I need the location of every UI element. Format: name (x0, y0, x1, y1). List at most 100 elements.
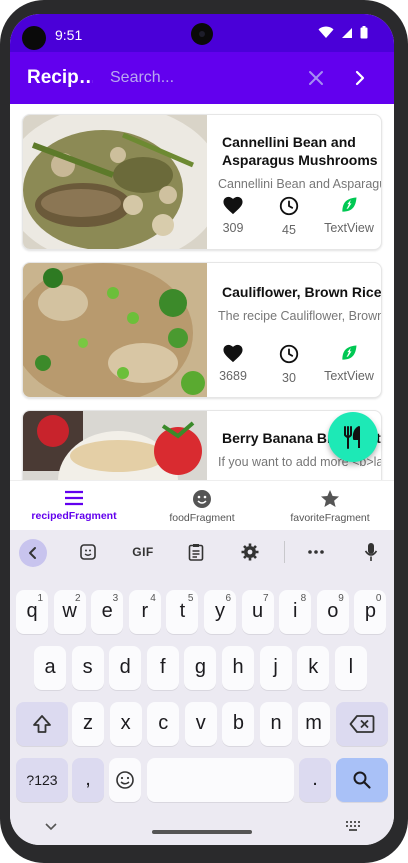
space-key[interactable] (147, 758, 294, 802)
key-b[interactable]: b (222, 702, 255, 746)
recipe-title: Cannellini Bean and Asparagus Mushrooms (222, 134, 378, 168)
keyboard-switch-icon[interactable] (345, 820, 361, 832)
key-y[interactable]: y6 (204, 590, 236, 634)
key-hint: 3 (112, 593, 119, 604)
more-icon (308, 550, 324, 554)
heart-icon (223, 344, 243, 363)
search-icon (353, 771, 371, 789)
key-l[interactable]: l (334, 646, 367, 690)
food-joke-fab[interactable] (328, 412, 378, 462)
key-f[interactable]: f (146, 646, 179, 690)
status-icons (318, 26, 368, 39)
battery-icon (360, 26, 368, 39)
key-label: t (179, 600, 186, 622)
key-u[interactable]: u7 (241, 590, 274, 634)
emoji-key[interactable] (109, 758, 141, 802)
key-h[interactable]: h (222, 646, 254, 690)
key-label: g (194, 656, 206, 678)
shift-key[interactable] (16, 702, 68, 746)
symbols-key[interactable]: ?123 (16, 758, 68, 802)
key-v[interactable]: v (184, 702, 217, 746)
key-label: d (119, 656, 131, 678)
vegan-label: TextView (324, 369, 374, 383)
clipboard-button[interactable] (182, 540, 210, 564)
time-stat: 45 (269, 195, 309, 237)
backspace-key[interactable] (336, 702, 388, 746)
key-x[interactable]: x (109, 702, 142, 746)
key-label: z (83, 712, 93, 734)
clock-icon (279, 344, 299, 364)
key-hint: 8 (300, 593, 307, 604)
list-icon (65, 490, 83, 506)
likes-stat: 309 (213, 195, 253, 235)
vegan-label: TextView (324, 221, 374, 235)
keyboard-back-button[interactable] (19, 539, 47, 567)
app-bar: Recip… (10, 52, 394, 104)
home-indicator[interactable] (152, 830, 252, 834)
search-key[interactable] (336, 758, 388, 802)
backspace-icon (349, 715, 375, 733)
keyboard-settings-button[interactable] (236, 540, 264, 564)
nav-recipes[interactable]: recipedFragment (10, 481, 138, 531)
key-o[interactable]: o9 (316, 590, 349, 634)
recipe-image (23, 411, 207, 480)
key-s[interactable]: s (71, 646, 104, 690)
key-n[interactable]: n (260, 702, 292, 746)
key-z[interactable]: z (72, 702, 104, 746)
phone-frame: 9:51 Recip… Search... Cannellini Bean an… (0, 0, 408, 863)
key-label: b (232, 712, 244, 734)
key-j[interactable]: j (259, 646, 292, 690)
symbols-label: ?123 (26, 772, 58, 788)
leaf-icon (342, 197, 357, 212)
minutes-count: 45 (282, 223, 296, 237)
smiley-icon (193, 490, 211, 508)
screen: 9:51 Recip… Search... Cannellini Bean an… (10, 14, 394, 845)
heart-icon (223, 196, 243, 215)
nav-food[interactable]: foodFragment (138, 481, 266, 531)
mic-icon (364, 543, 378, 561)
back-icon (29, 547, 36, 559)
more-button[interactable] (302, 540, 330, 564)
period-key[interactable]: . (299, 758, 331, 802)
close-icon (309, 71, 323, 85)
key-w[interactable]: w2 (53, 590, 86, 634)
search-input[interactable] (110, 65, 300, 91)
key-hint: 5 (187, 593, 194, 604)
submit-search-button[interactable] (348, 66, 372, 90)
key-k[interactable]: k (297, 646, 330, 690)
key-label: p (364, 600, 376, 622)
key-g[interactable]: g (184, 646, 217, 690)
voice-input-button[interactable] (357, 540, 385, 564)
comma-key[interactable]: , (72, 758, 104, 802)
sticker-icon (80, 544, 96, 560)
chevron-right-icon (355, 70, 365, 86)
nav-favorites[interactable]: favoriteFragment (266, 481, 394, 531)
key-a[interactable]: a (34, 646, 66, 690)
key-label: q (26, 600, 38, 622)
recipe-card[interactable]: Cannellini Bean and Asparagus Mushrooms … (22, 114, 382, 250)
key-r[interactable]: r4 (128, 590, 161, 634)
key-m[interactable]: m (297, 702, 330, 746)
gif-button[interactable]: GIF (126, 540, 160, 564)
recipe-card[interactable]: Cauliflower, Brown Rice, and Vegetable F… (22, 262, 382, 398)
key-e[interactable]: e3 (91, 590, 124, 634)
minutes-count: 30 (282, 371, 296, 385)
status-bar: 9:51 (10, 14, 394, 52)
toolbar-divider (284, 541, 285, 563)
key-hint: 1 (37, 593, 43, 604)
clear-search-button[interactable] (304, 66, 328, 90)
hide-keyboard-icon[interactable] (44, 822, 58, 832)
key-label: x (120, 712, 131, 734)
key-c[interactable]: c (147, 702, 180, 746)
key-d[interactable]: d (109, 646, 142, 690)
key-i[interactable]: i8 (279, 590, 312, 634)
likes-count: 309 (222, 221, 244, 235)
nav-label: foodFragment (169, 512, 235, 524)
key-t[interactable]: t5 (166, 590, 199, 634)
key-hint: 0 (375, 593, 382, 604)
key-p[interactable]: p0 (354, 590, 387, 634)
sticker-button[interactable] (74, 540, 102, 564)
front-camera-icon (191, 23, 213, 45)
key-q[interactable]: q1 (16, 590, 48, 634)
status-time: 9:51 (55, 27, 83, 43)
